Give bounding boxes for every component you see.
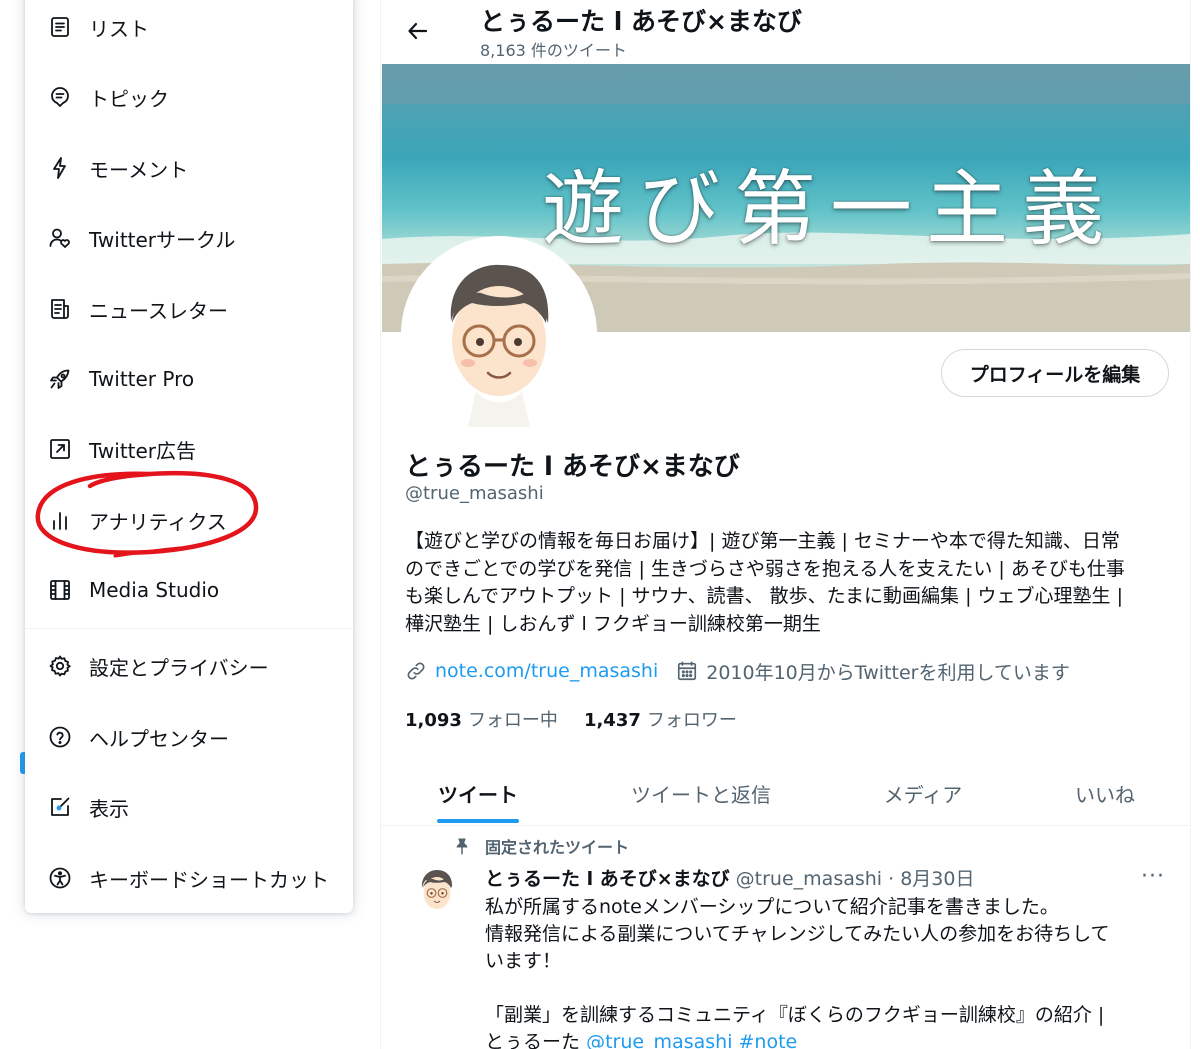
tab-tweets-and-replies[interactable]: ツイートと返信 [575, 760, 827, 826]
menu-item-twitter-circle[interactable]: Twitterサークル [25, 210, 353, 266]
bar-chart-icon [47, 507, 73, 533]
tab-media[interactable]: メディア [827, 760, 1019, 826]
tweet-line-with-link: とぅるーた @true_masashi #note [485, 1029, 1175, 1049]
profile-avatar[interactable] [401, 236, 597, 432]
header-tweet-count: 8,163 件のツイート [480, 41, 627, 60]
menu-item-moments[interactable]: モーメント [25, 140, 353, 196]
menu-divider [25, 628, 353, 629]
menu-item-twitter-ads[interactable]: Twitter広告 [25, 421, 353, 477]
profile-tabs: ツイート ツイートと返信 メディア いいね [381, 760, 1190, 826]
tab-tweets[interactable]: ツイート [381, 760, 575, 826]
tweet-header: とぅるーた l あそび×まなび @true_masashi · 8月30日 [485, 864, 974, 891]
bio-line: 【遊びと学びの情報を毎日お届け】| 遊び第一主義 | セミナーや本で得た知識、日… [405, 530, 1120, 552]
back-arrow-icon[interactable] [401, 14, 435, 48]
following-label: フォロー中 [467, 710, 558, 731]
menu-label: Twitterサークル [89, 227, 236, 252]
rocket-icon [47, 366, 73, 392]
following-count: 1,093 [405, 710, 462, 731]
profile-handle: @true_masashi [405, 483, 544, 504]
menu-item-media-studio[interactable]: Media Studio [25, 562, 353, 618]
tweet-line-text: とぅるーた [485, 1031, 581, 1049]
header-display-name: とぅるーた l あそび×まなび [480, 7, 802, 36]
menu-label: Twitter Pro [89, 367, 195, 391]
menu-label: ヘルプセンター [89, 726, 229, 751]
help-icon [47, 724, 73, 750]
menu-label: ニュースレター [89, 298, 228, 323]
film-icon [47, 577, 73, 603]
tweet-mention-link[interactable]: @true_masashi #note [586, 1031, 797, 1049]
profile-joined-date: 2010年10月からTwitterを利用しています [706, 661, 1070, 684]
tweet-line: 私が所属するnoteメンバーシップについて紹介記事を書きました。 [485, 896, 1059, 918]
menu-item-topics[interactable]: トピック [25, 69, 353, 125]
menu-label: 設定とプライバシー [89, 655, 269, 680]
bio-line: のできごとでの学びを発信 | 生きづらさや弱さを抱える人を支えたい | あそびも… [405, 557, 1125, 580]
profile-column: とぅるーた l あそび×まなび 8,163 件のツイート 遊び第一主義 プロフィ… [380, 0, 1191, 1049]
calendar-icon [676, 660, 698, 682]
link-icon [405, 660, 427, 682]
tab-likes[interactable]: いいね [1019, 760, 1190, 826]
menu-item-analytics[interactable]: アナリティクス [25, 492, 353, 548]
circle-people-icon [47, 225, 73, 251]
menu-item-display[interactable]: 表示 [25, 779, 353, 835]
profile-website-link[interactable]: note.com/true_masashi [435, 660, 658, 682]
display-brush-icon [47, 794, 73, 820]
followers-count: 1,437 [583, 710, 641, 731]
tweet-line: 情報発信による副業についてチャレンジしてみたい人の参加をお待ちして [485, 923, 1110, 945]
menu-label: アナリティクス [89, 509, 227, 534]
tweet-author-avatar[interactable] [411, 864, 463, 916]
profile-display-name: とぅるーた l あそび×まなび [405, 452, 740, 482]
active-tab-indicator [437, 819, 519, 823]
edit-profile-button[interactable]: プロフィールを編集 [941, 349, 1169, 397]
follow-stats: 1,093 フォロー中 1,437 フォロワー [405, 706, 763, 732]
topic-icon [47, 84, 73, 110]
more-options-icon[interactable]: ··· [1141, 864, 1165, 889]
profile-header-bar: とぅるーた l あそび×まなび 8,163 件のツイート [381, 0, 1190, 64]
menu-item-newsletters[interactable]: ニュースレター [25, 281, 353, 337]
pinned-label-text: 固定されたツイート [485, 838, 630, 857]
menu-item-lists[interactable]: リスト [25, 0, 353, 55]
profile-meta: note.com/true_masashi 2010年10月からTwitterを… [405, 656, 1070, 686]
pin-icon [456, 838, 468, 855]
menu-label: 表示 [89, 796, 129, 821]
menu-label: リスト [89, 16, 149, 41]
tweet-line: 「副業」を訓練するコミュニティ『ぼくらのフクギョー訓練校』の紹介 | [485, 1004, 1105, 1026]
menu-label: キーボードショートカット [89, 867, 329, 892]
menu-label: Media Studio [89, 578, 220, 602]
followers-label: フォロワー [646, 710, 737, 731]
followers-link[interactable]: 1,437 フォロワー [584, 706, 737, 732]
menu-item-settings[interactable]: 設定とプライバシー [25, 638, 353, 694]
menu-label: Twitter広告 [89, 438, 197, 463]
menu-label: トピック [89, 86, 169, 111]
accessibility-icon [47, 865, 73, 891]
newsletter-icon [47, 296, 73, 322]
tweet-author-name[interactable]: とぅるーた l あそび×まなび [485, 864, 730, 891]
tweet-text: 私が所属するnoteメンバーシップについて紹介記事を書きました。 情報発信による… [485, 894, 1175, 1049]
pinned-tweet-label: 固定されたツイート [453, 834, 629, 858]
list-icon [47, 14, 73, 40]
profile-bio: 【遊びと学びの情報を毎日お届け】| 遊び第一主義 | セミナーや本で得た知識、日… [405, 528, 1175, 638]
bio-line: 樺沢塾生 | しおんず l フクギョー訓練校第一期生 [405, 612, 821, 635]
more-menu-dropdown: リスト トピック モーメント Twitterサークル ニュースレター Twitt… [25, 0, 353, 913]
following-link[interactable]: 1,093 フォロー中 [405, 706, 558, 732]
banner-calligraphy-text: 遊び第一主義 [542, 162, 1119, 257]
menu-item-help-center[interactable]: ヘルプセンター [25, 709, 353, 765]
gear-icon [47, 653, 73, 679]
menu-label: モーメント [89, 157, 189, 182]
tweet-line: います！ [485, 950, 562, 972]
bio-line: も楽しんでアウトプット | サウナ、読書、 散歩、たまに動画編集 | ウェブ心理… [405, 585, 1123, 607]
menu-item-twitter-pro[interactable]: Twitter Pro [25, 351, 353, 407]
menu-item-keyboard-shortcuts[interactable]: キーボードショートカット [25, 850, 353, 906]
lightning-icon [47, 155, 73, 181]
tweet-author-meta[interactable]: @true_masashi · 8月30日 [736, 864, 975, 891]
external-arrow-icon [47, 436, 73, 462]
